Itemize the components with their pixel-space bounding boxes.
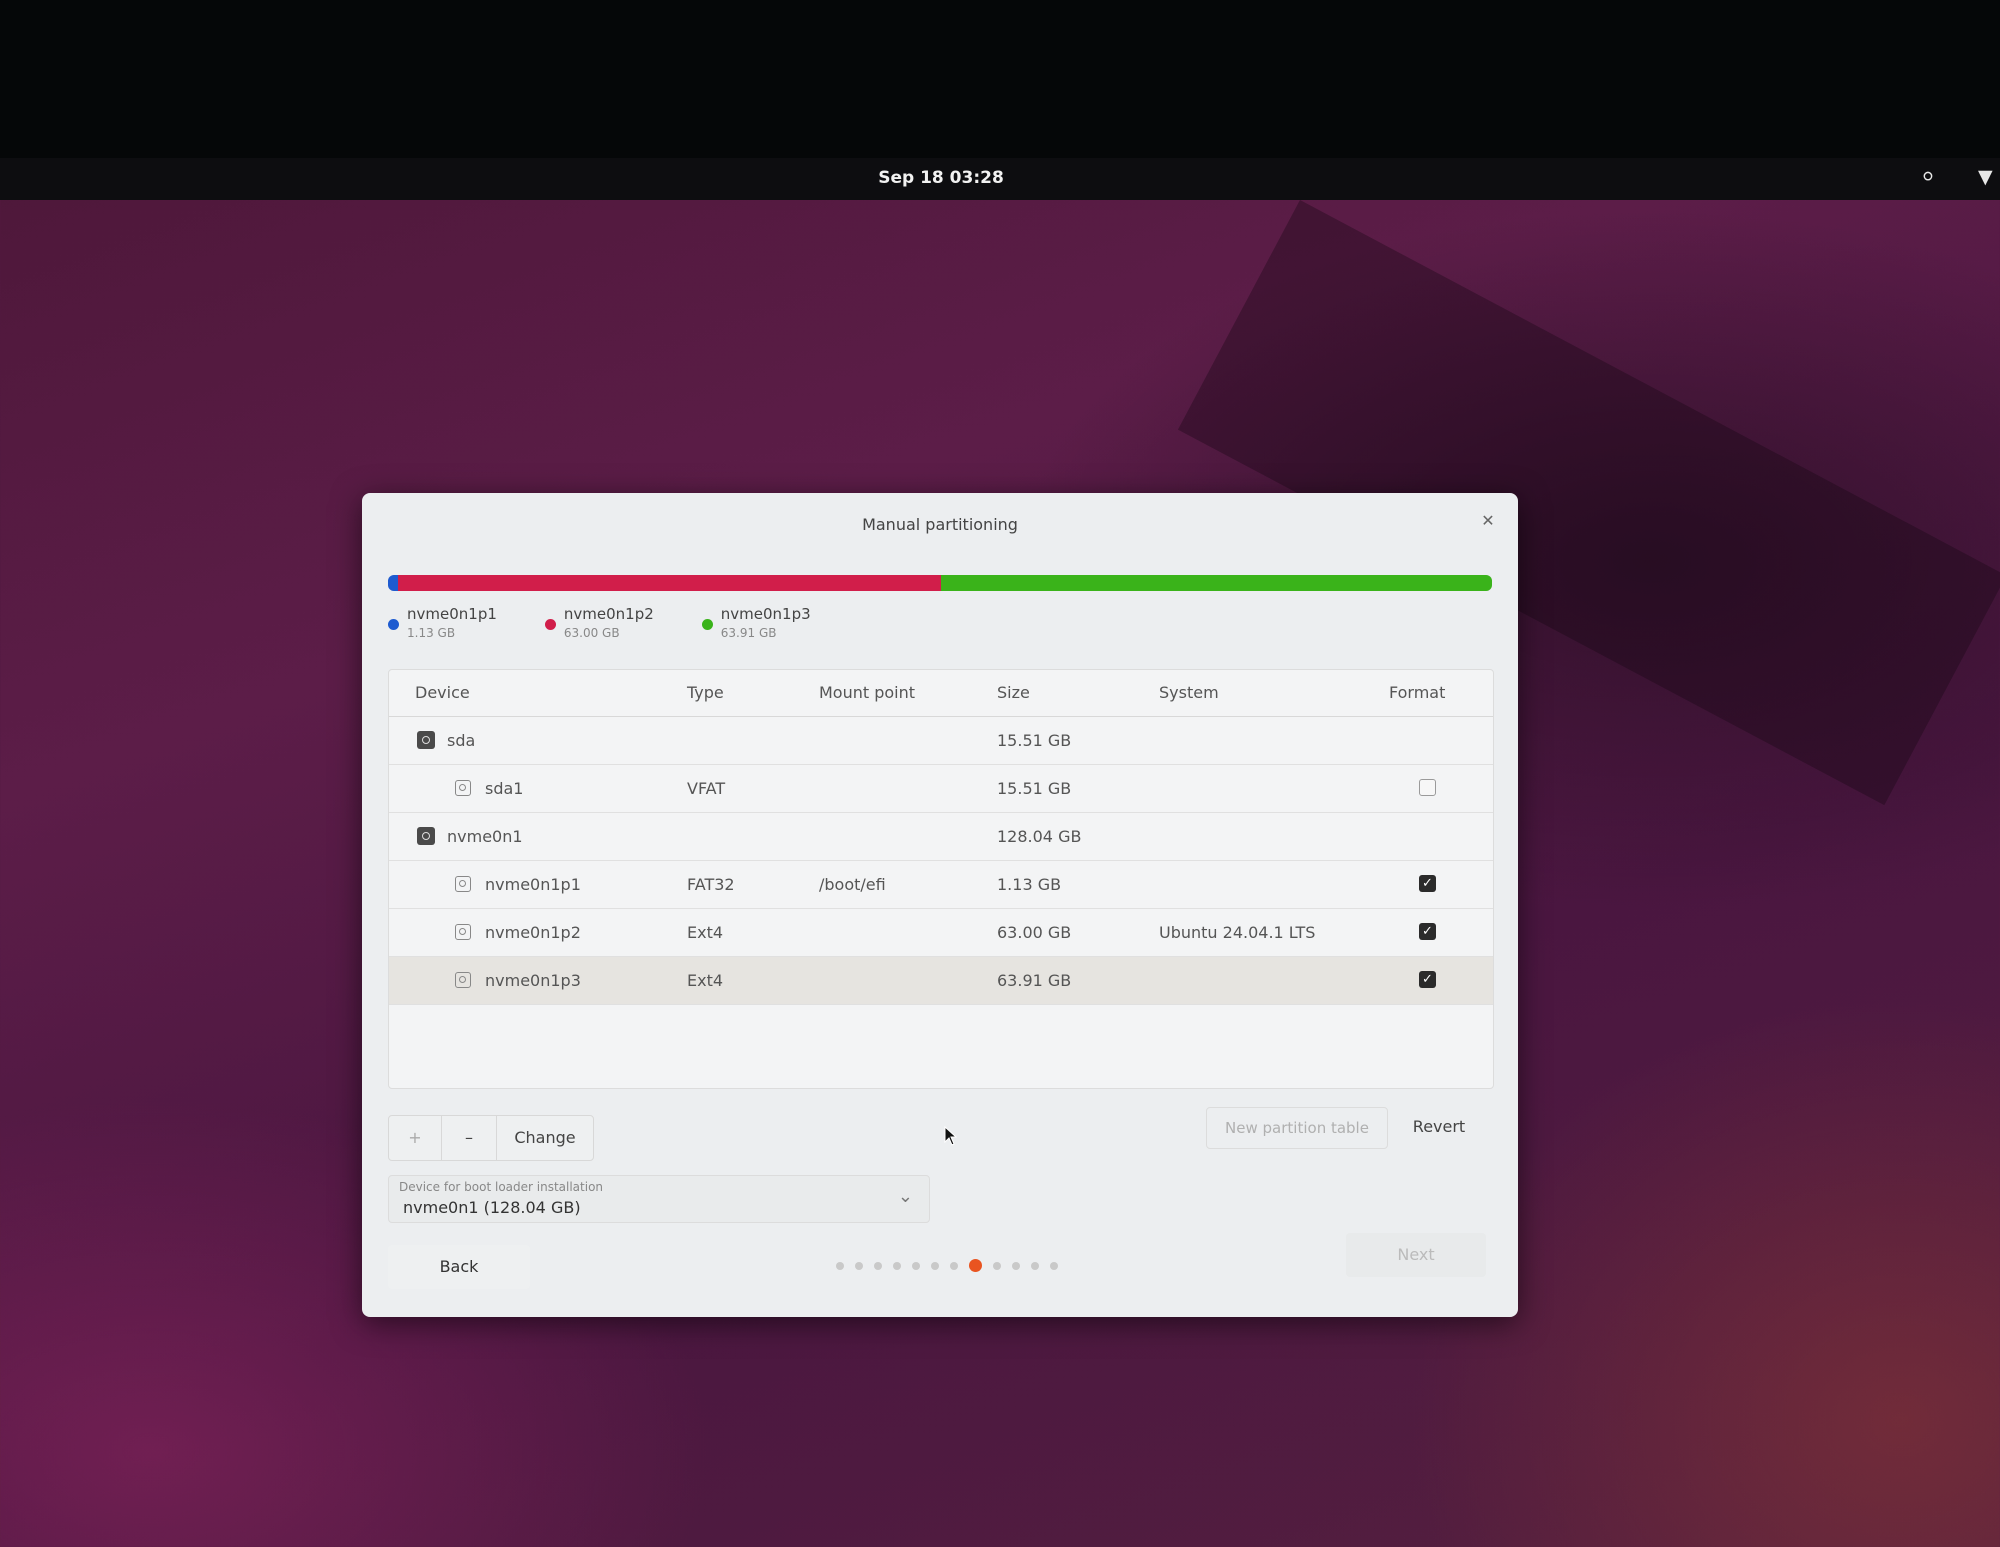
cell-size: 128.04 GB: [997, 827, 1082, 846]
cell-size: 63.00 GB: [997, 923, 1072, 942]
legend-name: nvme0n1p1: [407, 605, 497, 623]
step-dot: [836, 1261, 844, 1270]
col-size[interactable]: Size: [997, 670, 1030, 716]
cell-type: Ext4: [687, 923, 724, 942]
table-row[interactable]: sda 15.51 GB: [389, 717, 1493, 765]
partition-icon: [455, 924, 471, 940]
format-checkbox[interactable]: ✓: [1419, 971, 1436, 988]
wifi-icon[interactable]: ▼: [1978, 166, 1993, 188]
legend-name: nvme0n1p2: [563, 605, 654, 623]
cell-type: FAT32: [687, 875, 735, 894]
usage-segment-nvme0n1p3: [940, 575, 1492, 591]
partition-icon: [455, 972, 471, 988]
cell-system: Ubuntu 24.04.1 LTS: [1159, 923, 1316, 942]
usage-segment-nvme0n1p1: [388, 575, 398, 591]
disk-usage-bar: [388, 575, 1492, 591]
step-progress: [836, 1259, 1058, 1272]
legend-item-nvme0n1p3: nvme0n1p3 63.91 GB: [701, 605, 811, 640]
cell-type: Ext4: [687, 971, 724, 990]
step-dot: [912, 1261, 920, 1270]
step-dot: [1050, 1261, 1058, 1270]
col-format[interactable]: Format: [1389, 670, 1445, 716]
partition-icon: [455, 780, 471, 796]
step-dot: [931, 1261, 939, 1270]
change-partition-button[interactable]: Change: [497, 1116, 593, 1160]
col-type[interactable]: Type: [687, 670, 724, 716]
cell-device: sda1: [485, 779, 524, 798]
chevron-down-icon: ⌄: [897, 1186, 913, 1207]
step-dot: [1031, 1261, 1039, 1270]
cell-device: nvme0n1p2: [485, 923, 581, 942]
cell-mount-point: /boot/efi: [819, 875, 886, 894]
col-system[interactable]: System: [1159, 670, 1219, 716]
cell-device: nvme0n1: [447, 827, 523, 846]
top-bar: Sep 18 03:28 ⚪ ▼: [0, 158, 2000, 200]
step-dot: [969, 1259, 982, 1272]
table-header: Device Type Mount point Size System Form…: [389, 670, 1493, 717]
table-row[interactable]: nvme0n1p3 Ext4 63.91 GB ✓: [389, 957, 1493, 1005]
back-button[interactable]: Back: [388, 1245, 530, 1289]
format-checkbox[interactable]: ✓: [1419, 875, 1436, 892]
revert-button[interactable]: Revert: [1392, 1107, 1486, 1147]
table-row[interactable]: sda1 VFAT 15.51 GB: [389, 765, 1493, 813]
table-row[interactable]: nvme0n1p2 Ext4 63.00 GB Ubuntu 24.04.1 LTS ✓: [389, 909, 1493, 957]
dialog-title: Manual partitioning: [862, 515, 1018, 534]
legend-item-nvme0n1p1: nvme0n1p1 1.13 GB: [388, 605, 497, 640]
legend-size: 1.13 GB: [407, 626, 456, 640]
bootloader-label: Device for boot loader installation: [399, 1180, 604, 1194]
table-row[interactable]: nvme0n1 128.04 GB: [389, 813, 1493, 861]
legend-size: 63.00 GB: [563, 626, 620, 640]
partition-table: Device Type Mount point Size System Form…: [388, 669, 1494, 1089]
usage-legend: nvme0n1p1 1.13 GB nvme0n1p2 63.00 GB nvme0n1…: [388, 605, 811, 640]
step-dot: [855, 1261, 863, 1270]
format-checkbox[interactable]: [1419, 779, 1436, 796]
legend-item-nvme0n1p2: nvme0n1p2 63.00 GB: [544, 605, 654, 640]
add-partition-button[interactable]: +: [389, 1116, 442, 1160]
disk-icon: [417, 731, 435, 749]
step-dot: [874, 1261, 882, 1270]
close-icon[interactable]: ✕: [1476, 509, 1500, 533]
remove-partition-button[interactable]: –: [442, 1116, 497, 1160]
new-partition-table-button[interactable]: New partition table: [1206, 1107, 1388, 1149]
step-dot: [1012, 1261, 1020, 1270]
cell-device: nvme0n1p3: [485, 971, 581, 990]
next-button[interactable]: Next: [1346, 1233, 1486, 1277]
cell-device: nvme0n1p1: [485, 875, 581, 894]
cell-size: 63.91 GB: [997, 971, 1072, 990]
cell-size: 15.51 GB: [997, 731, 1072, 750]
disk-icon: [417, 827, 435, 845]
legend-dot: [701, 619, 713, 630]
cell-type: VFAT: [687, 779, 726, 798]
format-checkbox[interactable]: ✓: [1419, 923, 1436, 940]
legend-dot: [544, 619, 556, 630]
step-dot: [993, 1261, 1001, 1270]
col-mount-point[interactable]: Mount point: [819, 670, 915, 716]
partition-icon: [455, 876, 471, 892]
bootloader-device-select[interactable]: Device for boot loader installation nvme…: [388, 1175, 930, 1223]
col-device[interactable]: Device: [415, 670, 470, 716]
monitor-bezel: [0, 0, 2000, 158]
legend-name: nvme0n1p3: [720, 605, 811, 623]
manual-partitioning-dialog: Manual partitioning ✕ nvme0n1p1 1.13 GB nv…: [362, 493, 1518, 1317]
clock[interactable]: Sep 18 03:28: [0, 168, 1882, 188]
cell-device: sda: [447, 731, 476, 750]
legend-size: 63.91 GB: [720, 626, 777, 640]
partition-toolbar: + – Change: [388, 1115, 594, 1161]
bootloader-value: nvme0n1 (128.04 GB): [403, 1198, 581, 1217]
accessibility-icon[interactable]: ⚪: [1920, 166, 1936, 188]
usage-segment-nvme0n1p2: [397, 575, 941, 591]
step-dot: [950, 1261, 958, 1270]
cell-size: 15.51 GB: [997, 779, 1072, 798]
legend-dot: [388, 619, 399, 630]
table-row[interactable]: nvme0n1p1 FAT32/boot/efi 1.13 GB ✓: [389, 861, 1493, 909]
cell-size: 1.13 GB: [997, 875, 1062, 894]
step-dot: [893, 1261, 901, 1270]
